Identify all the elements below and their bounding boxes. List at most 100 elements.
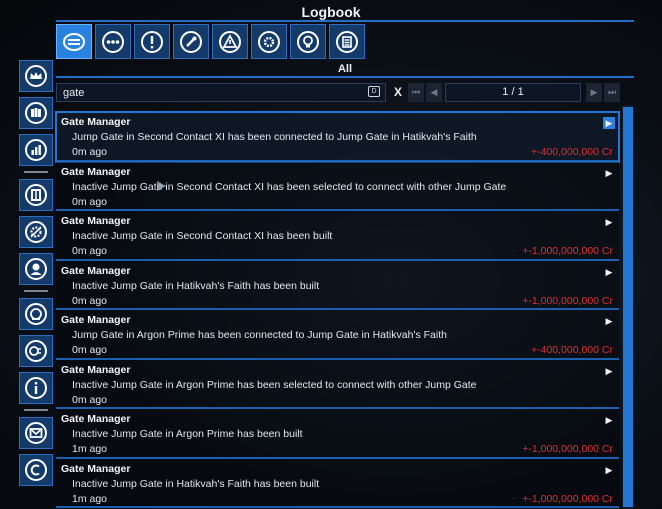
bar-chart-icon	[25, 139, 47, 161]
lightbulb-icon	[297, 30, 319, 53]
scrollbar-thumb[interactable]	[623, 107, 633, 507]
expand-arrow-icon[interactable]: ▶	[603, 266, 615, 278]
tab-missions[interactable]	[329, 24, 365, 59]
gear-icon	[258, 30, 280, 53]
list-icon	[63, 32, 85, 51]
entry-time: 0m ago	[72, 294, 108, 307]
entry-text: Inactive Jump Gate in Second Contact XI …	[72, 180, 507, 193]
entry-title: Gate Manager	[61, 116, 131, 128]
list-scrollbar[interactable]	[622, 105, 634, 509]
sidebar-item-personnel[interactable]	[19, 253, 53, 285]
sidebar-item-transactions[interactable]	[19, 454, 53, 486]
prev-page-button[interactable]: ◀	[426, 83, 442, 102]
logbook-list: Gate Manager Jump Gate in Second Contact…	[55, 111, 620, 508]
expand-arrow-icon[interactable]: ▶	[603, 167, 615, 179]
sidebar-divider	[24, 409, 48, 411]
tab-tips[interactable]	[173, 24, 209, 59]
expand-arrow-icon[interactable]: ▶	[603, 216, 615, 228]
globe-icon	[25, 303, 47, 325]
log-entry[interactable]: Gate Manager Jump Gate in Second Contact…	[55, 111, 620, 163]
station-icon	[25, 184, 47, 206]
entry-text: Inactive Jump Gate in Argon Prime has be…	[72, 378, 477, 391]
entry-money: +-1,000,000,000 Cr	[522, 294, 613, 307]
log-entry[interactable]: Gate Manager Inactive Jump Gate in Hatik…	[56, 260, 619, 310]
log-entry[interactable]: Gate Manager Inactive Jump Gate in Argon…	[56, 409, 619, 459]
entry-title: Gate Manager	[61, 215, 131, 227]
entry-title: Gate Manager	[61, 165, 131, 178]
info-icon	[25, 377, 47, 399]
log-entry[interactable]: Gate Manager Inactive Jump Gate in Argon…	[56, 359, 619, 409]
tab-warnings[interactable]	[212, 24, 248, 59]
log-entry[interactable]: Gate Manager Jump Gate in Argon Prime ha…	[56, 310, 619, 360]
expand-arrow-icon[interactable]: ▶	[603, 414, 615, 426]
alert-circle-icon	[141, 30, 163, 53]
expand-arrow-icon[interactable]: ▶	[603, 315, 615, 327]
search-row: gate D X ⏮ ◀ 1 / 1 ▶ ⏭	[56, 83, 622, 103]
entry-time: 0m ago	[72, 245, 108, 257]
mail-icon	[25, 422, 47, 444]
wrench-icon	[180, 30, 202, 53]
gear-tools-icon	[25, 221, 47, 243]
sidebar-item-player[interactable]	[19, 60, 53, 92]
entry-time: 1m ago	[72, 492, 108, 505]
last-page-button[interactable]: ⏭	[604, 83, 620, 102]
more-dots-icon	[102, 30, 124, 53]
entry-title: Gate Manager	[61, 264, 131, 277]
sidebar-item-equipment[interactable]	[19, 216, 53, 248]
clear-search-button[interactable]: X	[390, 83, 406, 102]
title-divider	[56, 20, 634, 22]
sidebar-item-factions[interactable]	[19, 97, 53, 129]
log-entry[interactable]: Gate Manager Inactive Jump Gate in Secon…	[56, 161, 619, 211]
category-label: All	[56, 63, 634, 78]
entry-time: 0m ago	[72, 146, 108, 158]
entry-time: 0m ago	[72, 393, 108, 406]
entry-money: +-1,000,000,000 Cr	[522, 492, 613, 505]
entry-time: 1m ago	[72, 443, 108, 455]
log-entry[interactable]: Gate Manager Inactive Jump Gate in Secon…	[56, 211, 619, 261]
contacts-icon	[25, 340, 47, 362]
entry-money: +-400,000,000 Cr	[530, 146, 613, 158]
keyboard-icon[interactable]: D	[368, 86, 380, 97]
entry-time: 0m ago	[72, 195, 108, 208]
tab-settings[interactable]	[251, 24, 287, 59]
entry-money: +-1,000,000,000 Cr	[522, 443, 613, 455]
entry-text: Inactive Jump Gate in Hatikvah's Faith h…	[72, 477, 320, 490]
sidebar-item-info[interactable]	[19, 372, 53, 404]
log-entry[interactable]: Gate Manager Inactive Jump Gate in Hatik…	[56, 458, 619, 508]
entry-time: 0m ago	[72, 344, 108, 356]
entry-text: Inactive Jump Gate in Second Contact XI …	[72, 230, 333, 242]
sidebar-item-stations[interactable]	[19, 179, 53, 211]
currency-icon	[25, 459, 47, 481]
expand-arrow-icon[interactable]: ▶	[603, 117, 615, 129]
entry-text: Jump Gate in Second Contact XI has been …	[72, 131, 477, 143]
expand-arrow-icon[interactable]: ▶	[603, 464, 615, 476]
tab-hints[interactable]	[290, 24, 326, 59]
entry-text: Inactive Jump Gate in Hatikvah's Faith h…	[72, 279, 320, 292]
window-title: Logbook	[301, 4, 361, 20]
expand-arrow-icon[interactable]: ▶	[603, 365, 615, 377]
sidebar-item-messages[interactable]	[19, 417, 53, 449]
crown-icon	[25, 65, 47, 87]
category-tabs	[56, 24, 368, 59]
sidebar-item-contacts[interactable]	[19, 335, 53, 367]
sidebar-divider	[24, 171, 48, 173]
tab-alerts[interactable]	[134, 24, 170, 59]
sidebar-divider	[24, 290, 48, 292]
document-list-icon	[336, 30, 358, 53]
person-icon	[25, 258, 47, 280]
sidebar-item-stats[interactable]	[19, 134, 53, 166]
first-page-button[interactable]: ⏮	[408, 83, 424, 102]
entry-money: +-400,000,000 Cr	[530, 344, 613, 356]
sidebar-item-encyclopedia[interactable]	[19, 298, 53, 330]
mouse-cursor-icon	[157, 181, 166, 191]
entry-money: +-1,000,000,000 Cr	[522, 245, 613, 257]
warning-triangle-icon	[219, 30, 241, 53]
search-input[interactable]: gate	[56, 83, 386, 102]
entry-title: Gate Manager	[61, 413, 131, 425]
entry-title: Gate Manager	[61, 363, 131, 376]
tab-all[interactable]	[56, 24, 92, 59]
faction-icon	[25, 102, 47, 124]
tab-upkeep[interactable]	[95, 24, 131, 59]
next-page-button[interactable]: ▶	[586, 83, 602, 102]
entry-title: Gate Manager	[61, 314, 131, 326]
